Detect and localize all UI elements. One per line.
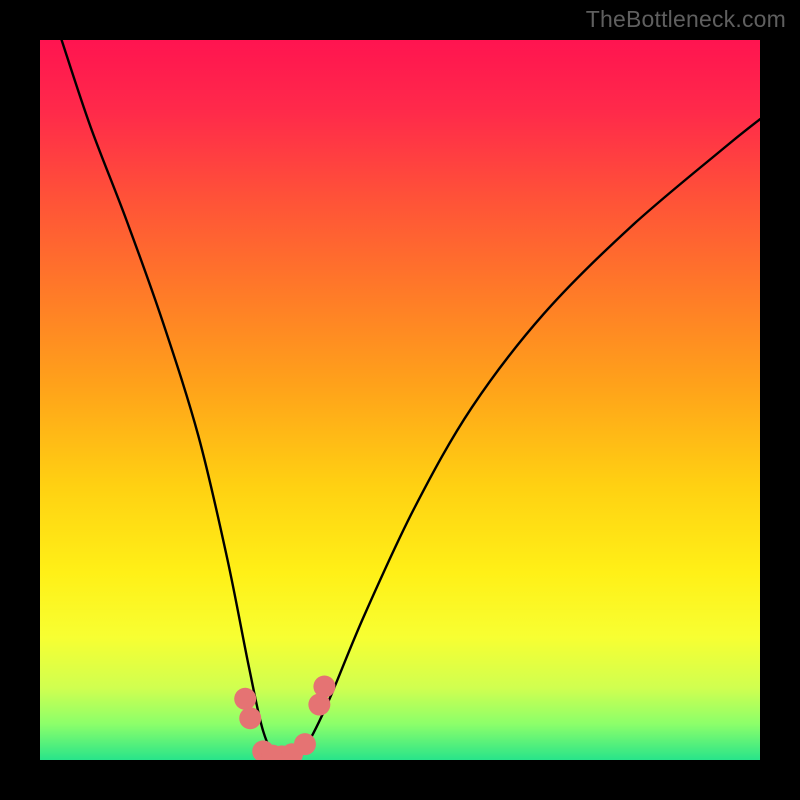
- chart-frame: TheBottleneck.com: [0, 0, 800, 800]
- curve-marker: [294, 733, 316, 755]
- bottleneck-curve: [62, 40, 760, 760]
- plot-area: [40, 40, 760, 760]
- curve-marker: [239, 707, 261, 729]
- curve-layer: [40, 40, 760, 760]
- curve-marker: [313, 676, 335, 698]
- watermark-text: TheBottleneck.com: [586, 6, 786, 33]
- curve-marker: [234, 688, 256, 710]
